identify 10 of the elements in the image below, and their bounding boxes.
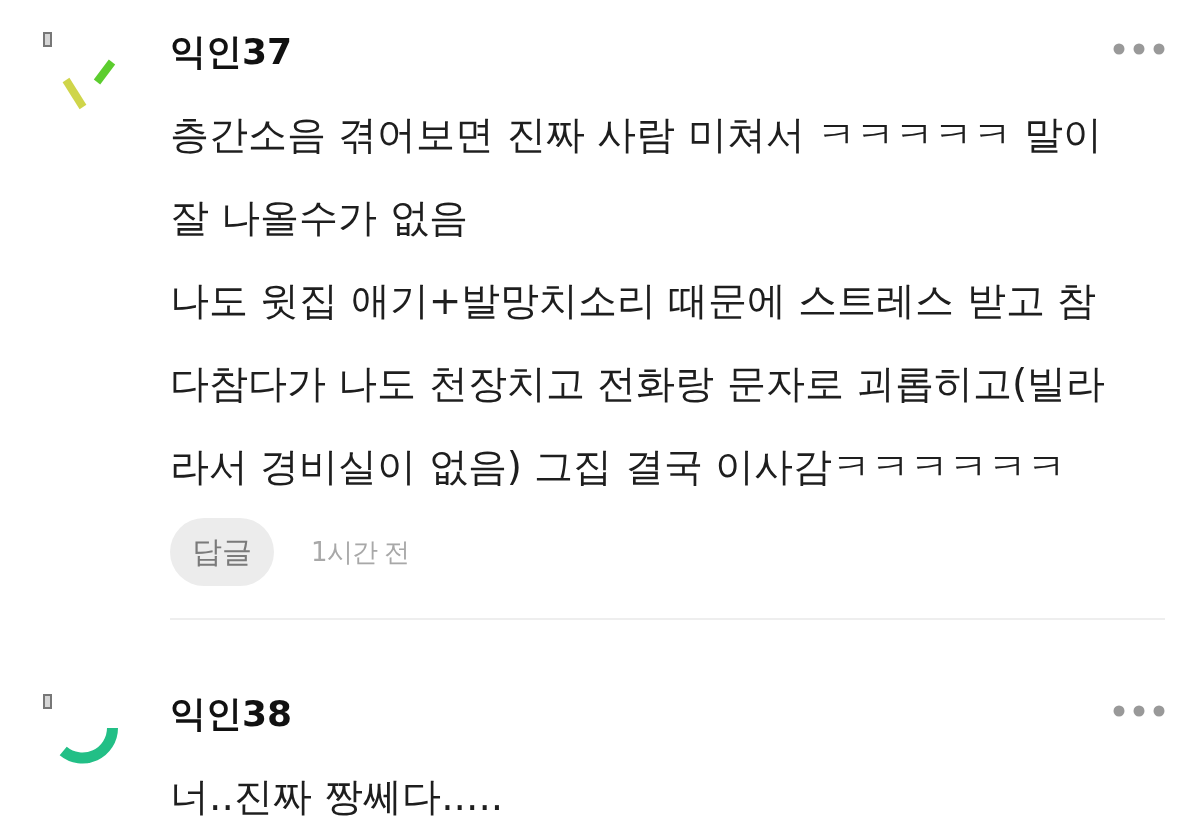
rectangle-icon [43, 32, 52, 47]
more-icon[interactable] [1113, 42, 1165, 55]
more-icon[interactable] [1113, 704, 1165, 717]
comment-text: 너..진짜 짱쎄다..... [170, 773, 505, 821]
author-name: 익인37 [170, 30, 293, 74]
timestamp: 1시간 전 [311, 535, 409, 569]
reply-button[interactable]: 답글 [170, 518, 274, 586]
author-name: 익인38 [170, 692, 293, 736]
comment-text: 층간소음 겪어보면 진짜 사람 미쳐서 ㅋㅋㅋㅋㅋ 말이 잘 나올수가 없음 나도 윗집 애기+발망치소리 때문에 스트레스 받고 참 다참다가 나도 천장치고 전화랑 문자로 괴롭히고(빌라 라서 경비실이 없음) 그집 결국 이사감ㅋㅋㅋㅋㅋㅋ [170, 111, 1107, 491]
rectangle-icon [43, 694, 52, 709]
